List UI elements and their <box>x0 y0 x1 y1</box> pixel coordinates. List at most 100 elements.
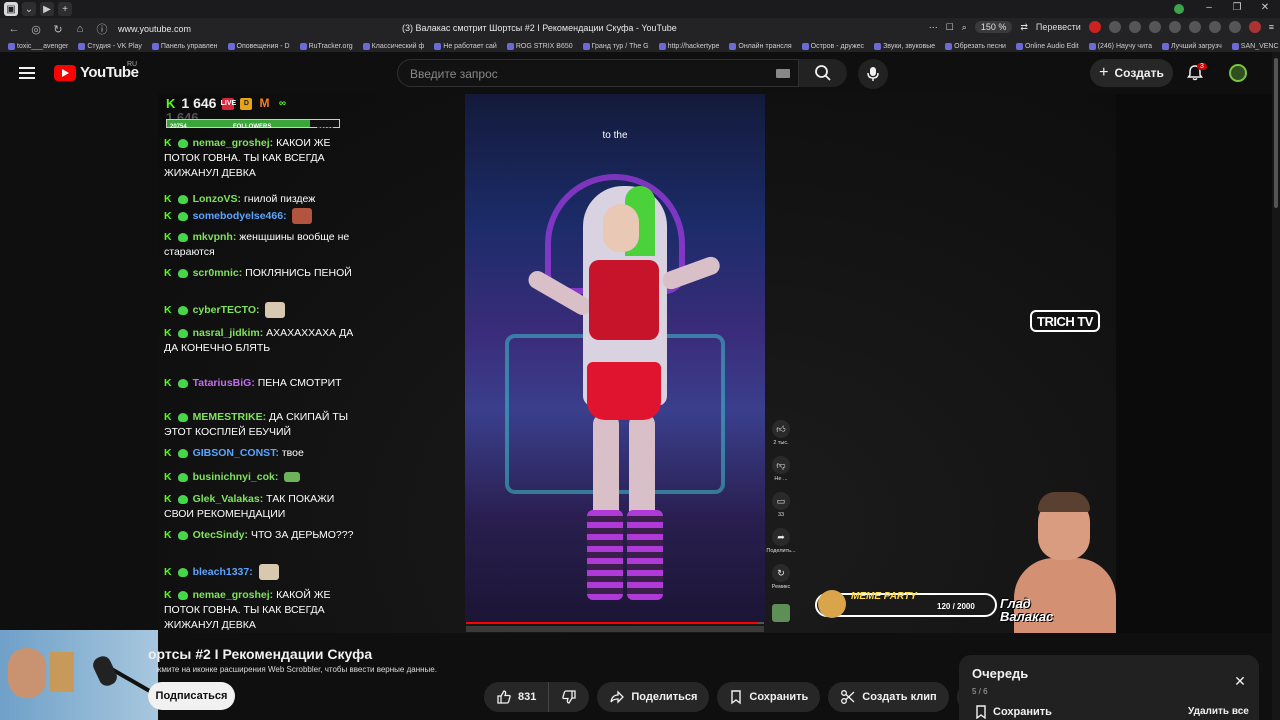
bookmark-item[interactable]: toxic___avenger <box>8 42 68 50</box>
bookmark-item[interactable]: Не работает сай <box>434 42 497 50</box>
bookmark-item[interactable]: Панель управлен <box>151 42 218 50</box>
extension-icon[interactable] <box>1108 21 1121 33</box>
restore-button[interactable]: ❐ <box>1232 2 1242 13</box>
short-action-thumb-down[interactable]: 👎︎ Не ... <box>766 456 796 482</box>
bookmark-item[interactable]: Обрезать песни <box>945 42 1006 50</box>
bookmark-label: Не работает сай <box>443 42 497 50</box>
bookmark-item[interactable]: Лучший загрузч <box>1162 42 1222 50</box>
search-icon <box>815 65 831 81</box>
queue-save-button[interactable]: Сохранить <box>975 705 1052 719</box>
bookmark-item[interactable]: (246) Научу чита <box>1088 42 1152 50</box>
follower-badge-icon <box>177 567 188 577</box>
extension-icon[interactable] <box>1168 21 1181 33</box>
extension-icon[interactable] <box>1228 21 1241 33</box>
webcam-overlay <box>0 630 158 720</box>
search-button[interactable] <box>799 59 847 87</box>
more-icon[interactable]: ⋯ <box>929 22 938 33</box>
voice-search-button[interactable] <box>858 59 888 89</box>
bookmark-item[interactable]: Онлайн трансля <box>729 42 792 50</box>
site-info-icon[interactable]: ⓘ <box>94 21 110 37</box>
bookmark-item[interactable]: Online Audio Edit <box>1015 42 1079 50</box>
extension-icon[interactable] <box>1148 21 1161 33</box>
youtube-tab[interactable]: ▶ <box>40 2 54 16</box>
bookmark-favicon-icon <box>801 42 809 50</box>
chat-username: TatariusBiG <box>192 377 252 389</box>
tab-dropdown-icon[interactable]: ⌄ <box>22 2 36 16</box>
chat-separator: : <box>274 471 282 483</box>
keyboard-icon[interactable] <box>776 69 790 78</box>
comment-icon: ▭ <box>772 492 790 510</box>
bookmark-favicon-icon <box>227 42 235 50</box>
bookmark-item[interactable]: SAN_VENC <box>1231 42 1279 50</box>
youtube-logo[interactable]: YouTube <box>54 64 139 81</box>
link-icon: ∞ <box>278 98 286 109</box>
queue-remove-all-button[interactable]: Удалить все <box>1188 706 1249 717</box>
bookmark-item[interactable]: Оповещения - D <box>227 42 290 50</box>
bookmark-label: Оповещения - D <box>236 42 290 50</box>
microphone-icon <box>867 67 879 81</box>
kick-icon: K <box>164 589 172 601</box>
create-button[interactable]: + Создать <box>1090 59 1173 87</box>
short-video[interactable]: to the <box>465 94 765 622</box>
like-button[interactable]: 831 <box>484 682 550 712</box>
short-action-share[interactable]: ➦ Поделить... <box>766 528 796 554</box>
bookmark-item[interactable]: Студия - VK Play <box>78 42 142 50</box>
chat-text: ПЕНА СМОТРИТ <box>257 377 342 389</box>
share-button[interactable]: Поделиться <box>597 682 710 712</box>
webcam-shelf <box>50 652 74 692</box>
create-clip-button[interactable]: Создать клип <box>828 682 949 712</box>
save-button[interactable]: Сохранить <box>717 682 821 712</box>
queue-close-button[interactable]: ✕ <box>1230 671 1250 691</box>
minimize-button[interactable]: – <box>1204 2 1214 13</box>
chat-separator: : <box>249 565 256 578</box>
vpn-icon[interactable]: ◎ <box>28 21 44 37</box>
bookmark-item[interactable]: RuTracker.org <box>299 42 353 50</box>
close-window-button[interactable]: ✕ <box>1260 2 1270 13</box>
bookmark-item[interactable]: Гранд тур / The G <box>582 42 649 50</box>
home-icon[interactable]: ⌂ <box>72 21 88 37</box>
bookmark-icon[interactable]: ☐ <box>946 22 954 33</box>
help-icon[interactable] <box>1128 21 1141 33</box>
short-action-comment[interactable]: ▭ 33 <box>766 492 796 518</box>
bookmark-item[interactable]: ROG STRIX B650 <box>506 42 573 50</box>
translate-button[interactable]: Перевести <box>1036 22 1081 32</box>
cosplayer-top <box>589 260 659 340</box>
sound-thumbnail[interactable] <box>772 604 790 622</box>
follower-badge-icon <box>177 448 188 458</box>
account-avatar[interactable] <box>1229 64 1247 82</box>
subscribe-button[interactable]: Подписаться <box>148 682 235 710</box>
extension-icon[interactable] <box>1188 21 1201 33</box>
chat-message: Kmkvpnh: женщшины вообще не стараются <box>164 230 354 260</box>
extension-icon[interactable] <box>1208 21 1221 33</box>
follower-badge-icon <box>177 194 188 204</box>
short-action-remix[interactable]: ↻ Ремикс <box>766 564 796 590</box>
bookmark-favicon-icon <box>945 42 953 50</box>
followers-count: 1 646 <box>181 95 217 111</box>
kick-icon: K <box>164 447 172 459</box>
queue-count: 5 / 6 <box>972 687 988 696</box>
browser-menu-icon[interactable]: ≡ <box>1269 22 1274 32</box>
bookmark-favicon-icon <box>1088 42 1096 50</box>
page-title: (3) Валакас смотрит Шортсы #2 I Рекоменд… <box>402 23 677 33</box>
scrobbler-notice[interactable]: жмите на иконке расширения Web Scrobbler… <box>156 665 437 674</box>
bookmark-item[interactable]: http://hackertype <box>658 42 719 50</box>
bookmark-item[interactable]: Классический ф <box>362 42 424 50</box>
like-count: 831 <box>518 691 537 703</box>
bookmark-item[interactable]: Остров - дружес <box>801 42 864 50</box>
search-input[interactable] <box>410 66 770 82</box>
bookmark-label: Онлайн трансля <box>738 42 792 50</box>
reload-icon[interactable]: ↻ <box>50 21 66 37</box>
chat-message: K GIBSON_CONST: твое <box>164 446 354 461</box>
url-field[interactable]: www.youtube.com <box>118 24 418 34</box>
new-tab-button[interactable]: + <box>58 2 72 16</box>
short-action-thumb-up[interactable]: 👍︎ 2 тыс. <box>766 420 796 446</box>
menu-icon[interactable] <box>19 67 35 79</box>
dislike-button[interactable] <box>549 682 589 712</box>
zoom-level[interactable]: 150 % <box>974 21 1013 33</box>
bookmark-item[interactable]: Звуки, звуковые <box>874 42 935 50</box>
scrollbar-thumb[interactable] <box>1274 58 1278 208</box>
browser-menu-icon[interactable]: ▣ <box>4 2 18 16</box>
adblock-extension-icon[interactable] <box>1088 21 1101 33</box>
profile-icon[interactable] <box>1248 21 1261 33</box>
back-icon[interactable]: ← <box>6 21 22 37</box>
